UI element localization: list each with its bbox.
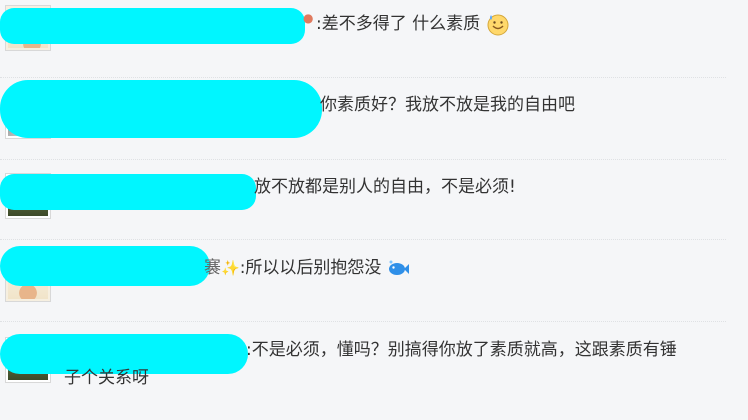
comment-item: :不是必须，懂吗？别搞得你放了素质就高，这跟素质有锤 子个关系呀 <box>0 322 748 420</box>
badge-icon: ● <box>303 11 314 25</box>
comment-item: 你素质好？我放不放是我的自由吧 <box>0 78 748 160</box>
redacted-username <box>0 8 305 44</box>
comment-text: :不是必须，懂吗？别搞得你放了素质就高，这跟素质有锤 <box>246 340 677 360</box>
comment-text: 放不放都是别人的自由，不是必须! <box>254 177 516 197</box>
comment-text: 你素质好？我放不放是我的自由吧 <box>320 95 575 115</box>
sweat-smile-face-icon <box>487 14 509 36</box>
redacted-username <box>0 246 210 286</box>
comment-item: ● :差不多得了 什么素质 <box>0 0 748 78</box>
comment-item: 放不放都是别人的自由，不是必须! <box>0 160 748 240</box>
comment-text-continued: 子个关系呀 <box>64 368 149 388</box>
redacted-username <box>0 80 322 138</box>
comment-item: 褰✨:所以以后别抱怨没 <box>0 240 748 322</box>
comment-text: :差不多得了 什么素质 <box>316 12 510 36</box>
comment-list: ● :差不多得了 什么素质 你素质好？我放不放是我的自由吧 放不放都是别人的自由… <box>0 0 748 420</box>
sparkle-icon: ✨ <box>221 259 240 277</box>
redacted-username <box>0 174 256 210</box>
comment-text: 褰✨:所以以后别抱怨没 <box>204 257 409 280</box>
fish-icon <box>388 260 409 275</box>
